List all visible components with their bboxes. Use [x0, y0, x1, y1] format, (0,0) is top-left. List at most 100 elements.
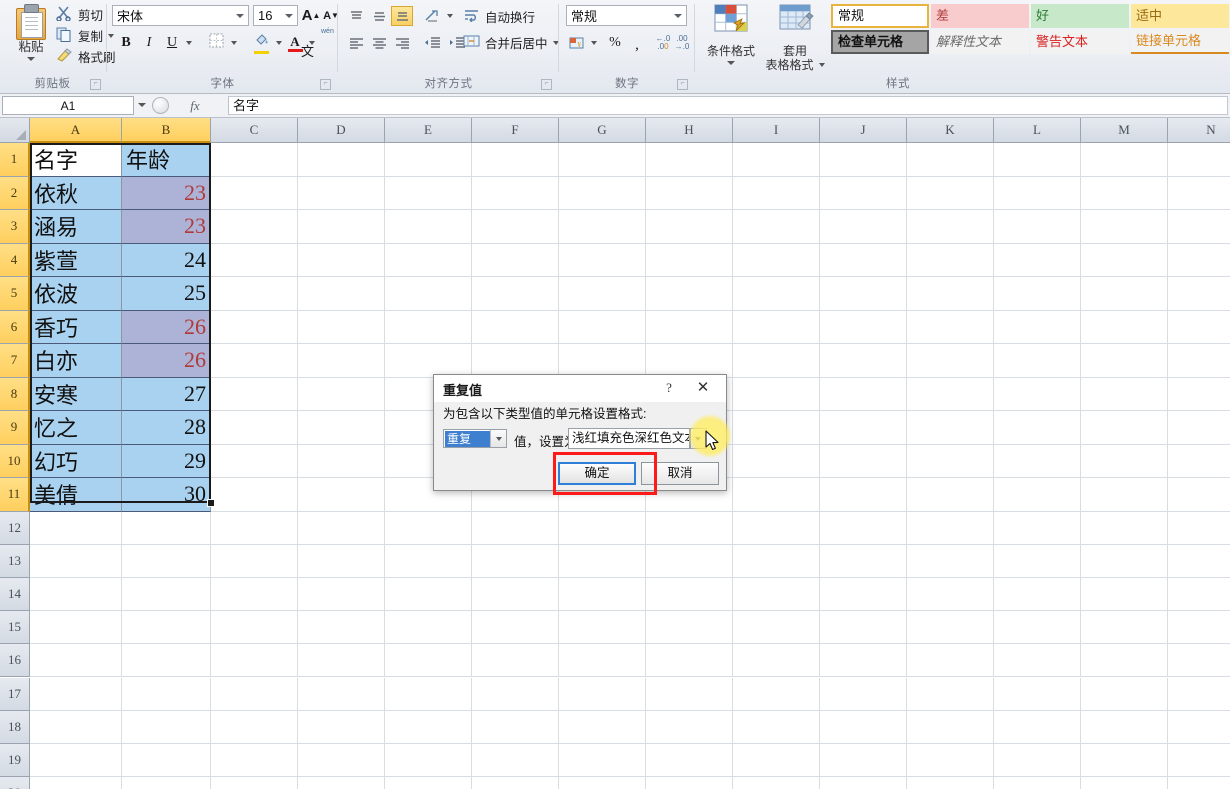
- cell-L10[interactable]: [994, 444, 1081, 478]
- cell-D2[interactable]: [298, 176, 385, 210]
- cell-N16[interactable]: [1168, 644, 1230, 678]
- cell-F18[interactable]: [472, 710, 559, 744]
- row-header-7[interactable]: 7: [0, 344, 30, 378]
- cell-C9[interactable]: [211, 411, 298, 445]
- cell-L15[interactable]: [994, 611, 1081, 645]
- cell-D3[interactable]: [298, 210, 385, 244]
- style-bad[interactable]: 差: [931, 4, 1029, 28]
- cell-F4[interactable]: [472, 243, 559, 277]
- cell-N19[interactable]: [1168, 743, 1230, 778]
- cell-F3[interactable]: [472, 210, 559, 244]
- ok-button[interactable]: 确定: [558, 462, 636, 485]
- cell-B13[interactable]: [122, 544, 211, 578]
- cell-I1[interactable]: [733, 143, 820, 177]
- cell-M18[interactable]: [1081, 710, 1168, 744]
- row-header-18[interactable]: 18: [0, 710, 30, 744]
- cell-D6[interactable]: [298, 310, 385, 344]
- cell-N18[interactable]: [1168, 710, 1230, 744]
- cell-H5[interactable]: [646, 277, 733, 311]
- font-name-combo[interactable]: 宋体: [112, 5, 249, 26]
- cell-J14[interactable]: [820, 577, 907, 612]
- cell-K1[interactable]: [907, 143, 994, 177]
- format-as-table-button[interactable]: 套用 表格格式: [764, 3, 826, 72]
- cell-D9[interactable]: [298, 411, 385, 445]
- cell-L2[interactable]: [994, 176, 1081, 210]
- cell-K9[interactable]: [907, 411, 994, 445]
- select-all-corner[interactable]: [0, 118, 30, 143]
- cell-I19[interactable]: [733, 743, 820, 778]
- cell-B20[interactable]: [122, 777, 211, 789]
- cell-K16[interactable]: [907, 644, 994, 678]
- cell-M20[interactable]: [1081, 777, 1168, 789]
- cell-J11[interactable]: [820, 478, 907, 512]
- fill-color-dropdown[interactable]: [273, 32, 284, 54]
- cell-N13[interactable]: [1168, 544, 1230, 578]
- cell-D12[interactable]: [298, 511, 385, 545]
- column-header-m[interactable]: M: [1081, 118, 1168, 143]
- comma-style-button[interactable]: ,: [627, 32, 647, 54]
- cell-F19[interactable]: [472, 743, 559, 778]
- cell-H1[interactable]: [646, 143, 733, 177]
- cell-B5[interactable]: 25: [122, 277, 211, 311]
- column-header-i[interactable]: I: [733, 118, 820, 143]
- cell-G5[interactable]: [559, 277, 646, 311]
- conditional-formatting-button[interactable]: 条件格式: [700, 3, 762, 65]
- font-size-combo[interactable]: 16: [253, 5, 298, 26]
- cell-D11[interactable]: [298, 478, 385, 512]
- cell-I5[interactable]: [733, 277, 820, 311]
- cell-D5[interactable]: [298, 277, 385, 311]
- cell-D20[interactable]: [298, 777, 385, 789]
- cell-N15[interactable]: [1168, 611, 1230, 645]
- close-icon[interactable]: ✕: [692, 379, 714, 397]
- cell-E20[interactable]: [385, 777, 472, 789]
- style-warning[interactable]: 警告文本: [1031, 30, 1129, 54]
- cell-K12[interactable]: [907, 511, 994, 545]
- style-linked-cell[interactable]: 链接单元格: [1131, 30, 1229, 54]
- cell-B4[interactable]: 24: [122, 243, 211, 277]
- cell-N11[interactable]: [1168, 478, 1230, 512]
- cancel-button[interactable]: 取消: [641, 462, 719, 485]
- cell-N17[interactable]: [1168, 677, 1230, 711]
- cell-E12[interactable]: [385, 511, 472, 545]
- insert-function-button[interactable]: fx: [171, 96, 219, 115]
- cell-D4[interactable]: [298, 243, 385, 277]
- cell-K4[interactable]: [907, 243, 994, 277]
- cell-B10[interactable]: 29: [122, 444, 211, 478]
- align-bottom-button[interactable]: [391, 6, 413, 26]
- cell-I4[interactable]: [733, 243, 820, 277]
- cell-L14[interactable]: [994, 577, 1081, 612]
- cell-K14[interactable]: [907, 577, 994, 612]
- cell-L19[interactable]: [994, 743, 1081, 778]
- cell-E6[interactable]: [385, 310, 472, 344]
- cell-A6[interactable]: 香巧: [30, 310, 122, 344]
- cell-E7[interactable]: [385, 344, 472, 378]
- cell-K15[interactable]: [907, 611, 994, 645]
- cell-L18[interactable]: [994, 710, 1081, 744]
- cell-B17[interactable]: [122, 677, 211, 711]
- row-header-6[interactable]: 6: [0, 310, 30, 344]
- cell-H16[interactable]: [646, 644, 733, 678]
- cell-K3[interactable]: [907, 210, 994, 244]
- cell-J9[interactable]: [820, 411, 907, 445]
- cell-M17[interactable]: [1081, 677, 1168, 711]
- cell-N2[interactable]: [1168, 176, 1230, 210]
- row-header-2[interactable]: 2: [0, 176, 30, 210]
- column-header-j[interactable]: J: [820, 118, 907, 143]
- accounting-dropdown[interactable]: [588, 32, 599, 54]
- cell-C15[interactable]: [211, 611, 298, 645]
- clipboard-dialog-launcher[interactable]: ⌐: [90, 79, 101, 90]
- cell-D17[interactable]: [298, 677, 385, 711]
- cell-H15[interactable]: [646, 611, 733, 645]
- cell-H7[interactable]: [646, 344, 733, 378]
- cell-F13[interactable]: [472, 544, 559, 578]
- cell-D15[interactable]: [298, 611, 385, 645]
- cell-A9[interactable]: 忆之: [30, 411, 122, 445]
- cell-C2[interactable]: [211, 176, 298, 210]
- cell-I14[interactable]: [733, 577, 820, 612]
- cell-B19[interactable]: [122, 743, 211, 778]
- cell-G14[interactable]: [559, 577, 646, 612]
- cell-N7[interactable]: [1168, 344, 1230, 378]
- cell-I6[interactable]: [733, 310, 820, 344]
- cell-E5[interactable]: [385, 277, 472, 311]
- cell-A2[interactable]: 依秋: [30, 176, 122, 210]
